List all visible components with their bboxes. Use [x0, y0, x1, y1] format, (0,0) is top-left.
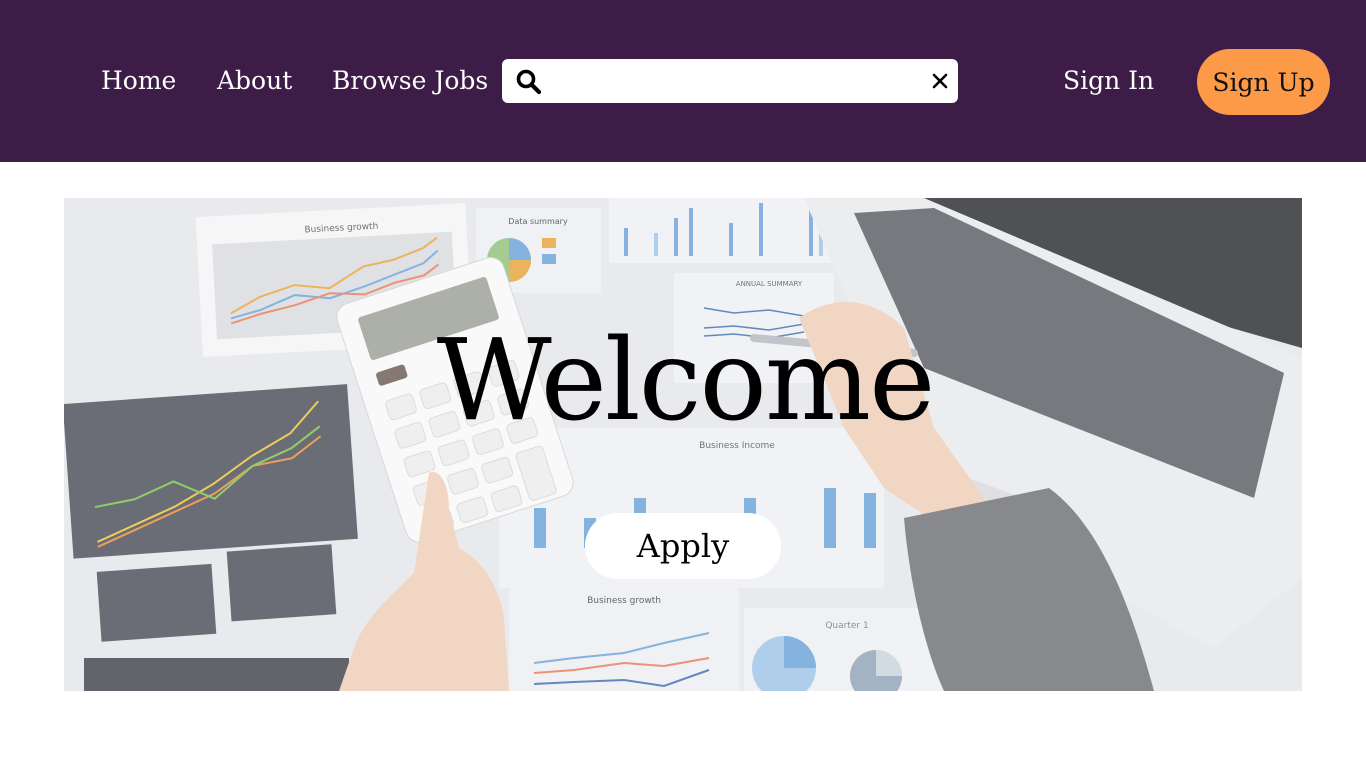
close-icon[interactable]	[931, 72, 949, 90]
sign-in-link[interactable]: Sign In	[1063, 62, 1154, 100]
hero-title: Welcome	[436, 316, 936, 446]
search-input[interactable]	[554, 65, 918, 99]
search-icon[interactable]	[515, 68, 543, 96]
search-bar	[502, 59, 958, 103]
nav-link-browse-jobs[interactable]: Browse Jobs	[332, 62, 488, 100]
top-navbar: Home About Browse Jobs Sign In Sign Up	[0, 0, 1366, 162]
nav-link-about[interactable]: About	[217, 62, 292, 100]
nav-link-home[interactable]: Home	[101, 62, 176, 100]
apply-button[interactable]: Apply	[585, 513, 781, 579]
hero-banner: Business growth Data summary ANNUAL SUMM…	[64, 198, 1302, 691]
sign-up-button[interactable]: Sign Up	[1197, 49, 1330, 115]
